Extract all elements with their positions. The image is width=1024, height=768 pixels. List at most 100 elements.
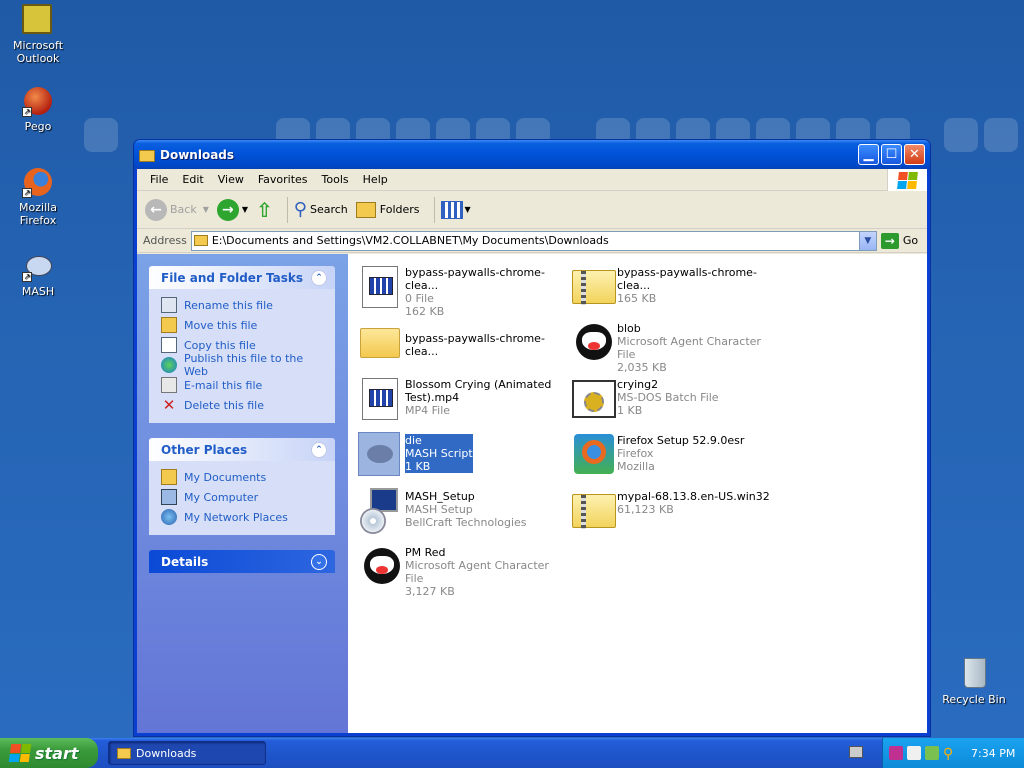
batch-file-icon [568, 374, 616, 420]
start-label: start [35, 743, 79, 763]
go-arrow-icon: → [880, 232, 899, 249]
folders-button[interactable]: Folders [355, 201, 420, 218]
task-label: Move this file [184, 318, 258, 332]
menu-file[interactable]: File [143, 173, 175, 186]
toolbar-separator [286, 196, 288, 223]
views-icon [440, 200, 463, 219]
file-item[interactable]: blob Microsoft Agent Character File 2,035 … [568, 318, 778, 374]
file-type: Microsoft Agent Character File [617, 335, 761, 361]
file-name: bypass-paywalls-chrome-clea... [617, 266, 757, 292]
title-bar[interactable]: Downloads ▁ ☐ ✕ [134, 140, 930, 169]
close-button[interactable]: ✕ [904, 144, 925, 165]
minimize-icon: ▁ [863, 147, 874, 162]
menu-tools[interactable]: Tools [315, 173, 356, 186]
up-button[interactable]: ⇧ [256, 198, 273, 222]
place-my-documents[interactable]: My Documents [161, 467, 327, 487]
file-company: Mozilla [617, 460, 655, 473]
desktop-icon-mash[interactable]: ↗ MASH [0, 250, 76, 298]
forward-button[interactable]: → ▼ [216, 198, 248, 221]
file-item[interactable]: crying2 MS-DOS Batch File 1 KB [568, 374, 778, 426]
place-my-computer[interactable]: My Computer [161, 487, 327, 507]
file-item[interactable]: mypal-68.13.8.en-US.win32 61,123 KB [568, 486, 778, 538]
tray-shield-icon[interactable] [925, 746, 939, 760]
address-input[interactable]: E:\Documents and Settings\VM2.COLLABNET\… [190, 230, 877, 251]
globe-icon [161, 357, 177, 373]
other-places-header[interactable]: Other Places ⌃ [149, 438, 335, 461]
task-email[interactable]: E-mail this file [161, 375, 327, 395]
collapse-icon[interactable]: ⌃ [311, 441, 327, 458]
back-button[interactable]: ← Back ▼ [145, 198, 209, 221]
mash-script-icon [356, 430, 402, 476]
task-rename[interactable]: Rename this file [161, 295, 327, 315]
desktop-icon-firefox[interactable]: ↗ Mozilla Firefox [0, 166, 76, 227]
file-type: MASH Script [405, 447, 473, 460]
file-list: bypass-paywalls-chrome-clea... 0 File 162 … [348, 254, 927, 733]
taskbar-item-downloads[interactable]: Downloads [108, 741, 266, 765]
folders-label: Folders [379, 203, 420, 216]
file-size: 3,127 KB [405, 585, 455, 598]
address-dropdown-button[interactable]: ▼ [858, 231, 876, 250]
delete-icon: ✕ [162, 396, 176, 414]
file-item[interactable]: bypass-paywalls-chrome-clea... 0 File 162 … [356, 262, 566, 318]
file-name: bypass-paywalls-chrome-clea... [405, 332, 545, 358]
file-item[interactable]: bypass-paywalls-chrome-clea... [356, 318, 566, 370]
desktop-icon-label: MASH [21, 285, 55, 298]
panel-title: File and Folder Tasks [161, 270, 304, 285]
toolbar: ← Back ▼ → ▼ ⇧ ⚲ Search Folders ▼ [137, 191, 927, 229]
place-my-network[interactable]: My Network Places [161, 507, 327, 527]
maximize-button[interactable]: ☐ [881, 144, 902, 165]
task-move[interactable]: Move this file [161, 315, 327, 335]
task-delete[interactable]: ✕ Delete this file [161, 395, 327, 415]
clock[interactable]: 7:34 PM [971, 747, 1015, 760]
desktop-icon-outlook[interactable]: Microsoft Outlook [0, 4, 76, 65]
place-label: My Computer [184, 490, 259, 504]
file-item-selected[interactable]: die MASH Script 1 KB [356, 430, 566, 482]
minimize-button[interactable]: ▁ [858, 144, 879, 165]
setup-icon [356, 486, 402, 534]
desktop-icon-recycle-bin[interactable]: Recycle Bin [936, 658, 1012, 706]
desktop-icon-pego[interactable]: ↗ Pego [0, 85, 76, 133]
file-type: MP4 File [405, 404, 451, 417]
file-item[interactable]: MASH_Setup MASH Setup BellCraft Technologi… [356, 486, 566, 538]
start-button[interactable]: start [0, 738, 98, 768]
agent-character-icon [568, 318, 614, 364]
go-button[interactable]: → Go [880, 232, 919, 249]
place-label: My Documents [184, 470, 267, 484]
menu-view[interactable]: View [211, 173, 251, 186]
keyboard-icon[interactable] [849, 746, 863, 758]
up-folder-icon: ⇧ [256, 197, 273, 222]
file-item[interactable]: Firefox Setup 52.9.0esr Firefox Mozilla [568, 430, 778, 482]
file-size: 61,123 KB [617, 503, 674, 516]
file-folder-tasks-header[interactable]: File and Folder Tasks ⌃ [149, 266, 335, 289]
menu-favorites[interactable]: Favorites [251, 173, 315, 186]
file-name: MASH_Setup [405, 490, 475, 503]
tray-app-icon[interactable] [889, 746, 903, 760]
file-item[interactable]: PM Red Microsoft Agent Character File 3,12… [356, 542, 566, 598]
firefox-icon: ↗ [22, 166, 54, 198]
file-name: blob [617, 322, 641, 335]
task-publish[interactable]: Publish this file to the Web [161, 352, 327, 378]
folders-icon [355, 201, 376, 218]
file-item[interactable]: bypass-paywalls-chrome-clea... 165 KB [568, 262, 778, 314]
folder-icon [193, 235, 208, 246]
task-label: E-mail this file [184, 378, 263, 392]
menu-edit[interactable]: Edit [175, 173, 210, 186]
desktop-icon-label: Recycle Bin [942, 693, 1006, 706]
chevron-down-icon: ▼ [864, 235, 872, 246]
file-name: PM Red [405, 546, 446, 559]
menu-help[interactable]: Help [356, 173, 395, 186]
go-label: Go [902, 234, 919, 247]
chevron-down-icon: ▼ [202, 205, 209, 214]
details-panel: Details ⌄ [149, 550, 335, 573]
file-item[interactable]: Blossom Crying (Animated Test).mp4 MP4 Fi… [356, 374, 566, 426]
panel-title: Details [161, 554, 209, 569]
tray-network-icon[interactable] [907, 746, 921, 760]
expand-icon[interactable]: ⌄ [311, 553, 327, 570]
search-button[interactable]: ⚲ Search [294, 199, 348, 220]
task-label: Publish this file to the Web [184, 352, 304, 378]
details-header[interactable]: Details ⌄ [149, 550, 335, 573]
search-icon[interactable]: ⚲ [943, 746, 957, 762]
forward-arrow-icon: → [216, 198, 239, 221]
views-button[interactable]: ▼ [440, 200, 471, 219]
collapse-icon[interactable]: ⌃ [311, 269, 327, 286]
